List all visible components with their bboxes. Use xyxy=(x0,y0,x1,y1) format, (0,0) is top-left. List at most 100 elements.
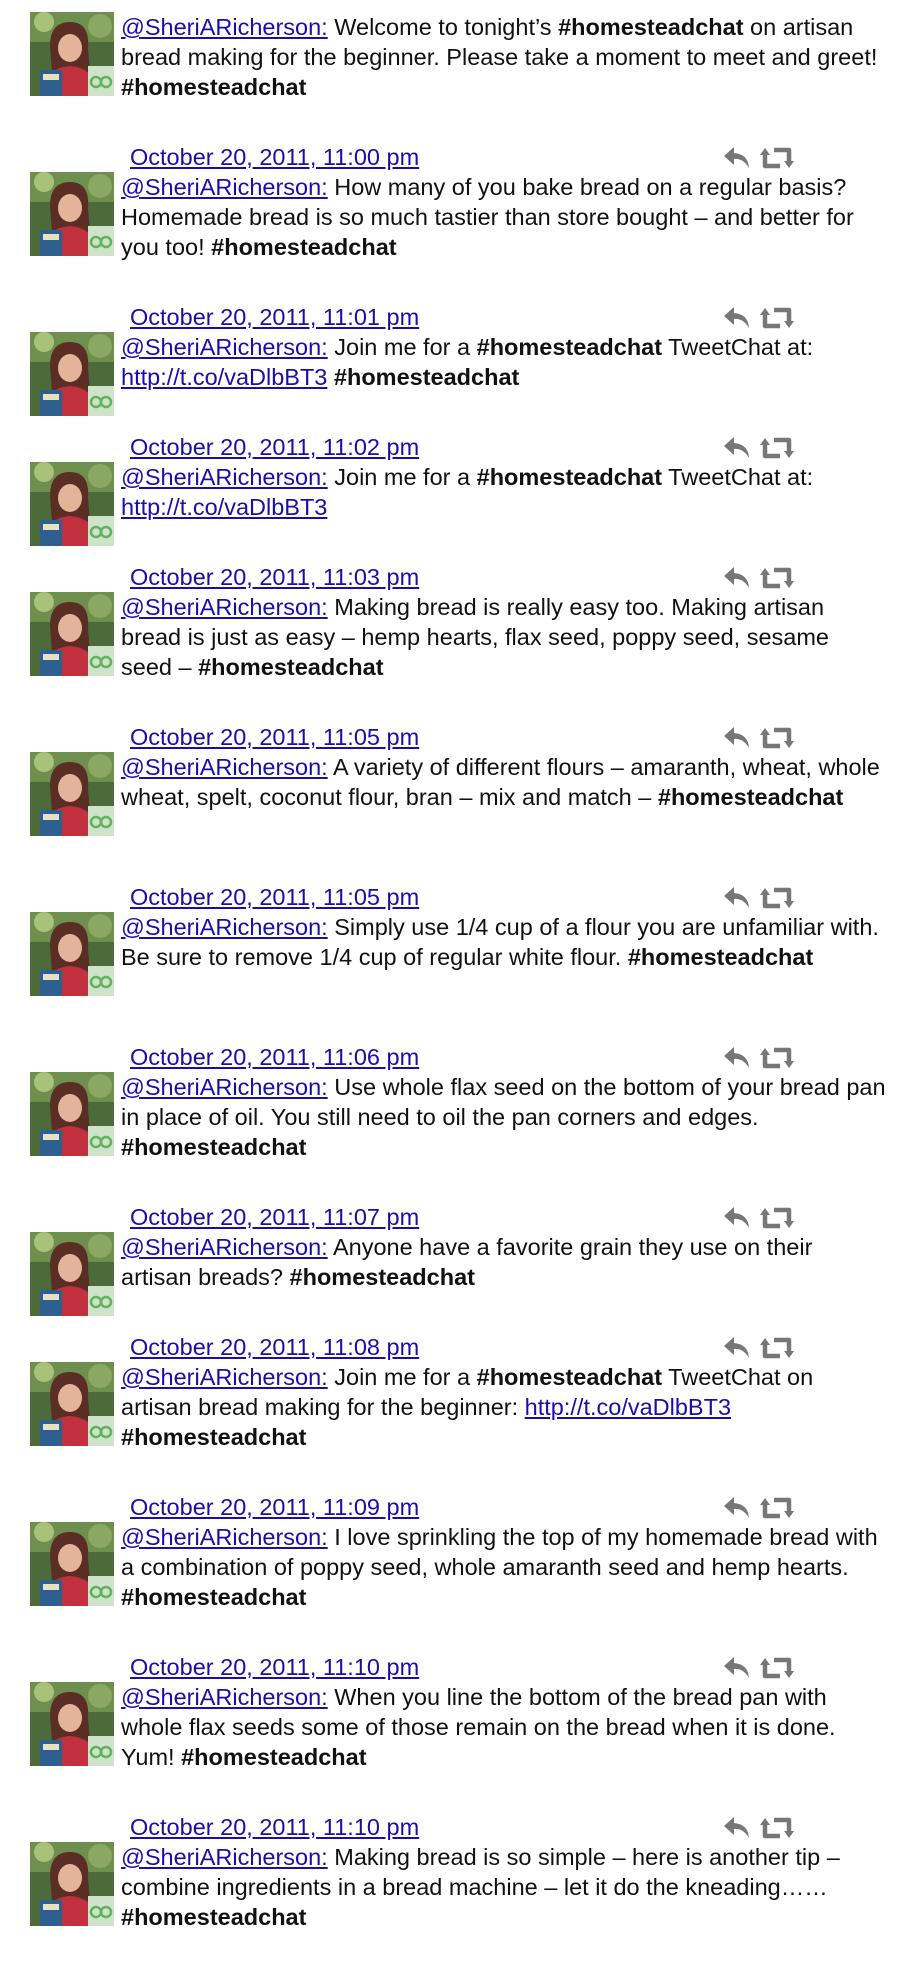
user-handle-link[interactable]: @SheriARicherson: xyxy=(121,1234,328,1260)
tweet-meta: October 20, 2011, 11:05 pm xyxy=(0,722,902,752)
reply-icon[interactable] xyxy=(722,1205,752,1231)
tweet-text: @SheriARicherson: How many of you bake b… xyxy=(121,172,886,262)
hashtag: #homesteadchat xyxy=(211,234,397,260)
avatar[interactable] xyxy=(30,462,114,546)
tweet-meta: October 20, 2011, 11:06 pm xyxy=(0,1042,902,1072)
tweet-meta: October 20, 2011, 11:03 pm xyxy=(0,562,902,592)
retweet-icon[interactable] xyxy=(760,884,794,912)
timestamp-link[interactable]: October 20, 2011, 11:07 pm xyxy=(130,1202,419,1232)
avatar[interactable] xyxy=(30,912,114,996)
reply-icon[interactable] xyxy=(722,1495,752,1521)
tweet-text: @SheriARicherson: Join me for a #homeste… xyxy=(121,462,886,522)
retweet-icon[interactable] xyxy=(760,434,794,462)
tweet-link[interactable]: http://t.co/vaDlbBT3 xyxy=(525,1394,731,1420)
avatar[interactable] xyxy=(30,1232,114,1316)
retweet-icon[interactable] xyxy=(760,304,794,332)
reply-icon[interactable] xyxy=(722,435,752,461)
tweet-text: @SheriARicherson: Making bread is really… xyxy=(121,592,886,682)
user-handle-link[interactable]: @SheriARicherson: xyxy=(121,1844,328,1870)
reply-icon[interactable] xyxy=(722,565,752,591)
tweet-text: @SheriARicherson: Simply use 1/4 cup of … xyxy=(121,912,886,972)
tweet-text: @SheriARicherson: Making bread is so sim… xyxy=(121,1842,886,1932)
tweet-meta: October 20, 2011, 11:07 pm xyxy=(0,1202,902,1232)
tweet-text: @SheriARicherson: Join me for a #homeste… xyxy=(121,1362,886,1452)
retweet-icon[interactable] xyxy=(760,564,794,592)
user-handle-link[interactable]: @SheriARicherson: xyxy=(121,1074,328,1100)
tweet-text: @SheriARicherson: Welcome to tonight’s #… xyxy=(121,12,886,102)
avatar[interactable] xyxy=(30,1842,114,1926)
retweet-icon[interactable] xyxy=(760,1494,794,1522)
user-handle-link[interactable]: @SheriARicherson: xyxy=(121,594,328,620)
reply-icon[interactable] xyxy=(722,145,752,171)
user-handle-link[interactable]: @SheriARicherson: xyxy=(121,174,328,200)
tweet-link[interactable]: http://t.co/vaDlbBT3 xyxy=(121,494,327,520)
avatar[interactable] xyxy=(30,1682,114,1766)
avatar[interactable] xyxy=(30,752,114,836)
tweet-meta: October 20, 2011, 11:01 pm xyxy=(0,302,902,332)
timestamp-link[interactable]: October 20, 2011, 11:05 pm xyxy=(130,722,419,752)
tweet-meta: October 20, 2011, 11:10 pm xyxy=(0,1812,902,1842)
hashtag: #homesteadchat xyxy=(476,334,663,360)
reply-icon[interactable] xyxy=(722,1335,752,1361)
user-handle-link[interactable]: @SheriARicherson: xyxy=(121,1364,328,1390)
retweet-icon[interactable] xyxy=(760,1044,794,1072)
retweet-icon[interactable] xyxy=(760,1654,794,1682)
user-handle-link[interactable]: @SheriARicherson: xyxy=(121,1524,328,1550)
timestamp-link[interactable]: October 20, 2011, 11:08 pm xyxy=(130,1332,419,1362)
user-handle-link[interactable]: @SheriARicherson: xyxy=(121,914,328,940)
retweet-icon[interactable] xyxy=(760,1204,794,1232)
avatar[interactable] xyxy=(30,12,114,96)
tweet-meta: October 20, 2011, 11:02 pm xyxy=(0,432,902,462)
reply-icon[interactable] xyxy=(722,1815,752,1841)
retweet-icon[interactable] xyxy=(760,1334,794,1362)
reply-icon[interactable] xyxy=(722,725,752,751)
tweet-text: @SheriARicherson: When you line the bott… xyxy=(121,1682,886,1772)
timestamp-link[interactable]: October 20, 2011, 11:03 pm xyxy=(130,562,419,592)
hashtag: #homesteadchat xyxy=(121,1134,307,1160)
avatar[interactable] xyxy=(30,1072,114,1156)
user-handle-link[interactable]: @SheriARicherson: xyxy=(121,464,328,490)
timestamp-link[interactable]: October 20, 2011, 11:06 pm xyxy=(130,1042,419,1072)
retweet-icon[interactable] xyxy=(760,724,794,752)
tweet-body-text: Join me for a xyxy=(327,464,477,490)
timestamp-link[interactable]: October 20, 2011, 11:00 pm xyxy=(130,142,419,172)
user-handle-link[interactable]: @SheriARicherson: xyxy=(121,14,328,40)
tweet-meta: October 20, 2011, 11:05 pm xyxy=(0,882,902,912)
timestamp-link[interactable]: October 20, 2011, 11:01 pm xyxy=(130,302,419,332)
reply-icon[interactable] xyxy=(722,305,752,331)
timestamp-link[interactable]: October 20, 2011, 11:02 pm xyxy=(130,432,419,462)
hashtag: #homesteadchat xyxy=(657,784,844,810)
user-handle-link[interactable]: @SheriARicherson: xyxy=(121,1684,328,1710)
avatar[interactable] xyxy=(30,1522,114,1606)
timestamp-link[interactable]: October 20, 2011, 11:09 pm xyxy=(130,1492,419,1522)
tweet-text: @SheriARicherson: Join me for a #homeste… xyxy=(121,332,886,392)
reply-icon[interactable] xyxy=(722,885,752,911)
avatar[interactable] xyxy=(30,1362,114,1446)
hashtag: #homesteadchat xyxy=(121,74,307,100)
user-handle-link[interactable]: @SheriARicherson: xyxy=(121,334,328,360)
tweet-body-text: TweetChat at: xyxy=(662,464,814,490)
retweet-icon[interactable] xyxy=(760,144,794,172)
reply-icon[interactable] xyxy=(722,1655,752,1681)
hashtag: #homesteadchat xyxy=(476,1364,663,1390)
avatar[interactable] xyxy=(30,172,114,256)
tweet-text: @SheriARicherson: Use whole flax seed on… xyxy=(121,1072,886,1162)
avatar[interactable] xyxy=(30,332,114,416)
tweet-meta: October 20, 2011, 11:09 pm xyxy=(0,1492,902,1522)
timestamp-link[interactable]: October 20, 2011, 11:05 pm xyxy=(130,882,419,912)
hashtag: #homesteadchat xyxy=(558,14,744,40)
timestamp-link[interactable]: October 20, 2011, 11:10 pm xyxy=(130,1652,419,1682)
retweet-icon[interactable] xyxy=(760,1814,794,1842)
avatar[interactable] xyxy=(30,592,114,676)
hashtag: #homesteadchat xyxy=(121,1584,307,1610)
hashtag: #homesteadchat xyxy=(121,1904,307,1930)
tweet-body-text: Join me for a xyxy=(327,334,477,360)
tweet-body-text: Join me for a xyxy=(327,1364,477,1390)
tweet-link[interactable]: http://t.co/vaDlbBT3 xyxy=(121,364,327,390)
timestamp-link[interactable]: October 20, 2011, 11:10 pm xyxy=(130,1812,419,1842)
user-handle-link[interactable]: @SheriARicherson: xyxy=(121,754,328,780)
hashtag: #homesteadchat xyxy=(476,464,663,490)
tweet-feed: @SheriARicherson: Welcome to tonight’s #… xyxy=(0,0,902,1974)
tweet-meta: October 20, 2011, 11:10 pm xyxy=(0,1652,902,1682)
reply-icon[interactable] xyxy=(722,1045,752,1071)
